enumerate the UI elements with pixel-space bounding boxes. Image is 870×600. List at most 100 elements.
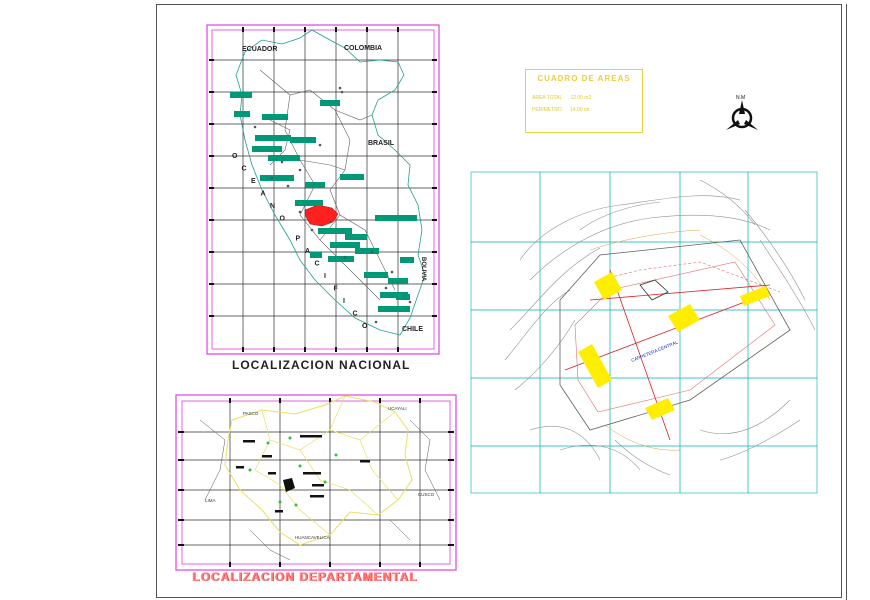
tick	[448, 544, 454, 546]
ocean-letter: O	[232, 153, 238, 160]
district-label-bar	[236, 466, 244, 469]
tick	[178, 489, 184, 491]
areas-row-label: PERIMETRO	[532, 107, 562, 113]
district-point	[248, 468, 252, 472]
province-label-bar	[318, 228, 352, 234]
city-point	[370, 250, 374, 254]
contour-line	[529, 426, 601, 461]
tick	[229, 398, 231, 403]
areas-row-label: AREA TOTAL	[532, 95, 563, 101]
contour-line	[529, 214, 771, 281]
city-point	[390, 270, 394, 274]
district-label-bar	[275, 510, 283, 513]
north-arrow: N.M	[726, 95, 758, 130]
label-ucayali: UCAYALI	[388, 406, 407, 411]
departmental-map: PASCO UCAYALI LIMA CUSCO HUANCAVELICA	[175, 394, 457, 571]
province-label-bar	[400, 257, 414, 263]
tick	[209, 251, 214, 253]
city-point	[298, 168, 302, 172]
contour-line	[579, 201, 661, 231]
tick	[209, 91, 214, 93]
tick	[209, 315, 214, 317]
province-label-bar	[295, 200, 323, 206]
province-label-bar	[355, 248, 379, 254]
ocean-letter: I	[324, 273, 326, 280]
tick	[178, 519, 184, 521]
tick	[279, 398, 281, 403]
contour-line	[509, 247, 601, 331]
province-label-bar	[396, 294, 410, 300]
city-point	[343, 255, 347, 259]
province-boundaries	[254, 395, 399, 536]
tick	[242, 27, 244, 32]
tick	[379, 562, 381, 567]
tick	[209, 59, 214, 61]
contour-line	[514, 319, 576, 391]
district-label-bar	[303, 472, 321, 475]
province-label-bar	[305, 182, 325, 188]
tick	[279, 562, 281, 567]
tick	[432, 187, 437, 189]
ocean-letter: P	[296, 236, 301, 243]
province-label-bar	[268, 155, 300, 161]
tick	[419, 562, 421, 567]
city-point	[318, 143, 322, 147]
ocean-letter: A	[305, 248, 310, 255]
province-label-bar	[320, 100, 340, 106]
tick	[209, 219, 214, 221]
contour-line	[699, 399, 791, 435]
tick	[432, 219, 437, 221]
tick	[178, 431, 184, 433]
areas-row-total: AREA TOTAL 12.00 m2	[532, 95, 591, 101]
city-point	[310, 228, 314, 232]
tick	[229, 562, 231, 567]
north-arrow-label: N.M	[736, 95, 745, 101]
tick	[432, 123, 437, 125]
city-point	[338, 86, 342, 90]
contour-line	[589, 229, 701, 251]
label-lima: LIMA	[205, 498, 216, 503]
ocean-letter: C	[242, 166, 247, 173]
departmental-map-outer-frame	[175, 394, 457, 571]
district-point	[266, 441, 270, 445]
tick	[432, 91, 437, 93]
tick	[448, 431, 454, 433]
tick	[448, 519, 454, 521]
tick	[432, 155, 437, 157]
label-huancavelica: HUANCAVELICA	[295, 535, 330, 540]
ocean-letter: E	[251, 178, 256, 185]
tick	[419, 398, 421, 403]
tick	[432, 59, 437, 61]
province-label-bar	[290, 137, 316, 143]
ocean-letter: I	[343, 298, 345, 305]
tick	[448, 489, 454, 491]
province-label-bar	[260, 175, 294, 181]
province-label-bar	[234, 111, 250, 117]
district-label-bar	[312, 484, 324, 487]
province-label-bar	[378, 306, 410, 312]
city-point	[384, 286, 388, 290]
tick	[379, 398, 381, 403]
lot-boundary	[559, 239, 791, 431]
city-point	[340, 90, 344, 94]
label-ecuador: ECUADOR	[242, 46, 277, 53]
contour-line	[519, 195, 741, 261]
district-point	[298, 464, 302, 468]
tick	[329, 562, 331, 567]
areas-row-value: 12.00 m2	[570, 95, 592, 101]
tick	[432, 251, 437, 253]
road-edge	[599, 261, 781, 293]
areas-row-perimeter: PERIMETRO 14.00 ml	[532, 107, 589, 113]
yellow-block-1	[594, 272, 622, 300]
contour-line	[719, 419, 801, 461]
tick	[242, 347, 244, 352]
contour-line	[699, 179, 756, 226]
areas-table: CUADRO DE AREAS AREA TOTAL 12.00 m2 PERI…	[525, 69, 643, 133]
tick	[209, 187, 214, 189]
province-label-bar	[255, 135, 291, 141]
district-point	[294, 503, 298, 507]
ocean-letter: C	[315, 261, 320, 268]
label-brasil: BRASIL	[368, 140, 395, 147]
tick	[209, 155, 214, 157]
city-point	[298, 210, 302, 214]
